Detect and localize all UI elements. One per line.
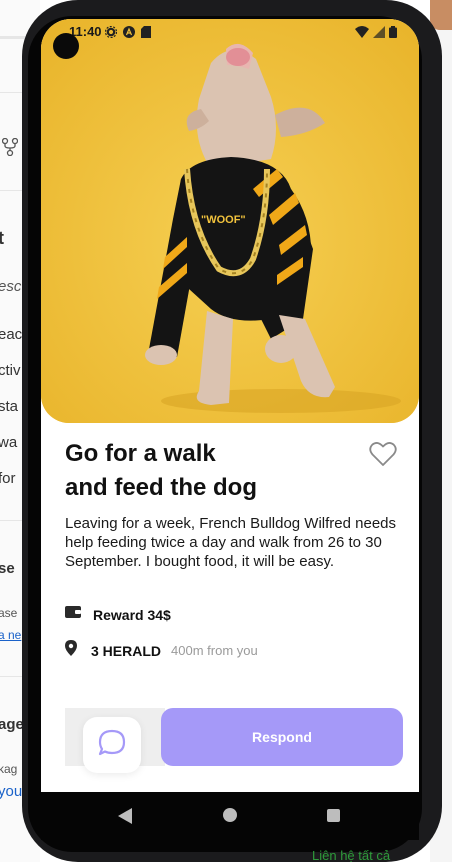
reward-row: Reward 34$ (65, 605, 171, 624)
home-icon[interactable] (223, 808, 237, 822)
bulldog-illustration: "WOOF" (41, 19, 419, 423)
status-bar: 11:40 (41, 19, 419, 45)
wallet-icon (65, 605, 81, 624)
background-snippet: eac (0, 326, 23, 343)
background-contact-link[interactable]: Liên hệ tất cả (312, 848, 390, 863)
distance-label: 400m from you (171, 643, 258, 658)
recents-icon[interactable] (327, 809, 340, 822)
task-title: Go for a walk and feed the dog (65, 437, 345, 505)
background-snippet: sta (0, 398, 19, 415)
background-link[interactable]: a ne (0, 628, 21, 642)
background-snippet: for (0, 470, 16, 487)
sd-card-icon (141, 25, 151, 43)
a-badge-icon (123, 25, 135, 43)
battery-icon (389, 25, 397, 43)
back-icon[interactable] (118, 808, 132, 829)
task-title-line: Go for a walk (65, 440, 216, 467)
tab-strip-edge (0, 36, 26, 39)
respond-button[interactable]: Respond (161, 708, 403, 766)
chat-button[interactable] (83, 717, 141, 773)
signal-icon (373, 25, 385, 43)
location-label: 3 HERALD (91, 642, 162, 659)
wifi-icon (355, 25, 369, 43)
reward-label: Reward 34$ (93, 606, 171, 623)
location-pin-icon (65, 640, 77, 661)
background-snippet: wa (0, 434, 18, 451)
background-snippet: esc (0, 278, 22, 295)
app-screen: "WOOF" 11:40 Go for a walk and feed the … (41, 19, 419, 819)
task-description: Leaving for a week, French Bulldog Wilfr… (65, 515, 397, 570)
dog-photo: "WOOF" 11:40 (41, 19, 419, 423)
task-title-line: and feed the dog (65, 474, 257, 501)
background-snippet: ase (0, 606, 18, 620)
background-snippet: se (0, 560, 15, 577)
background-snippet: age (0, 716, 24, 733)
chat-bubble-icon (97, 728, 127, 763)
location-row: 3 HERALD 400m from you (65, 640, 258, 661)
background-link[interactable]: you (0, 783, 22, 800)
background-snippet: t (0, 228, 4, 248)
heart-icon[interactable] (369, 441, 397, 467)
branch-icon (1, 137, 19, 161)
background-snippet: ctiv (0, 362, 21, 379)
background-snippet: kag (0, 762, 18, 776)
hoodie-text: "WOOF" (201, 214, 246, 226)
android-nav-bar (41, 792, 419, 840)
gear-icon (104, 25, 118, 43)
front-camera (53, 33, 79, 59)
